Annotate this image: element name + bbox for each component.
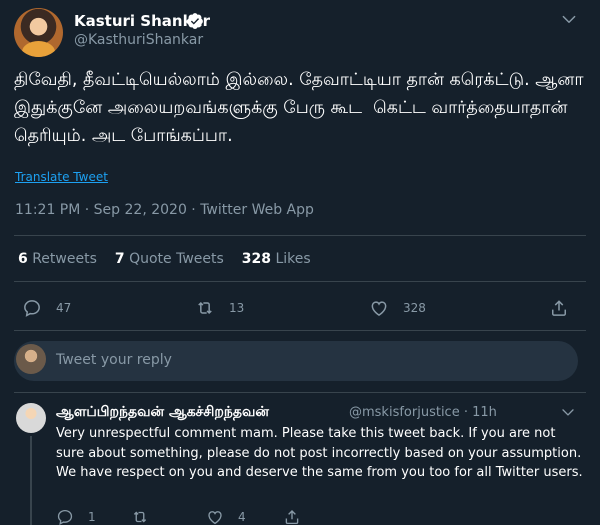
share-action[interactable]	[549, 298, 569, 318]
heart-icon[interactable]	[369, 298, 389, 318]
like-action[interactable]: 328	[369, 298, 426, 318]
current-user-avatar[interactable]	[16, 344, 46, 374]
verified-badge-icon	[187, 13, 203, 29]
translate-tweet-link[interactable]: Translate Tweet	[15, 170, 108, 184]
reply-action[interactable]: 47	[22, 298, 71, 318]
reply-author-name[interactable]: ஆளப்பிறந்தவன் ஆகச்சிறந்தவன்	[56, 404, 269, 422]
chevron-down-icon[interactable]	[560, 10, 578, 28]
retweet-icon[interactable]	[195, 298, 215, 318]
divider	[14, 235, 586, 236]
reply-text: Very unrespectful comment mam. Please ta…	[56, 426, 583, 480]
reply-icon[interactable]	[56, 508, 74, 525]
reply-count: 47	[56, 301, 72, 315]
reply-retweet-action[interactable]	[131, 508, 149, 525]
reply-reply-count: 1	[88, 510, 96, 524]
divider	[14, 392, 586, 393]
thread-line	[30, 436, 32, 525]
retweet-icon[interactable]	[131, 508, 149, 525]
reply-reply-action[interactable]: 1	[56, 508, 96, 525]
chevron-down-icon[interactable]	[560, 404, 576, 420]
author-handle[interactable]: @KasthuriShankar	[74, 32, 203, 48]
likes-stat[interactable]: 328 Likes	[242, 251, 311, 267]
reply-author-handle-time[interactable]: @mskisforjustice · 11h	[349, 405, 497, 420]
share-icon[interactable]	[283, 508, 301, 525]
reply-like-count: 4	[238, 510, 246, 524]
quote-tweets-stat[interactable]: 7 Quote Tweets	[115, 251, 224, 267]
tweet-timestamp-source[interactable]: 11:21 PM · Sep 22, 2020 · Twitter Web Ap…	[15, 202, 314, 218]
share-icon[interactable]	[549, 298, 569, 318]
reply-share-action[interactable]	[283, 508, 301, 525]
retweets-stat[interactable]: 6 Retweets	[18, 251, 97, 267]
reply-icon[interactable]	[22, 298, 42, 318]
reply-input-placeholder[interactable]: Tweet your reply	[56, 352, 172, 368]
tweet-stats: 6 Retweets 7 Quote Tweets 328 Likes	[18, 251, 311, 267]
author-avatar[interactable]	[14, 8, 63, 57]
retweet-count: 13	[229, 301, 245, 315]
like-count: 328	[403, 301, 426, 315]
reply-author-avatar[interactable]	[16, 403, 46, 433]
heart-icon[interactable]	[206, 508, 224, 525]
reply-like-action[interactable]: 4	[206, 508, 246, 525]
retweet-action[interactable]: 13	[195, 298, 244, 318]
divider	[14, 330, 586, 331]
tweet-text: திவேதி, தீவட்டியெல்லாம் இல்லை. தேவாட்டிய…	[14, 70, 590, 146]
divider	[14, 281, 586, 282]
